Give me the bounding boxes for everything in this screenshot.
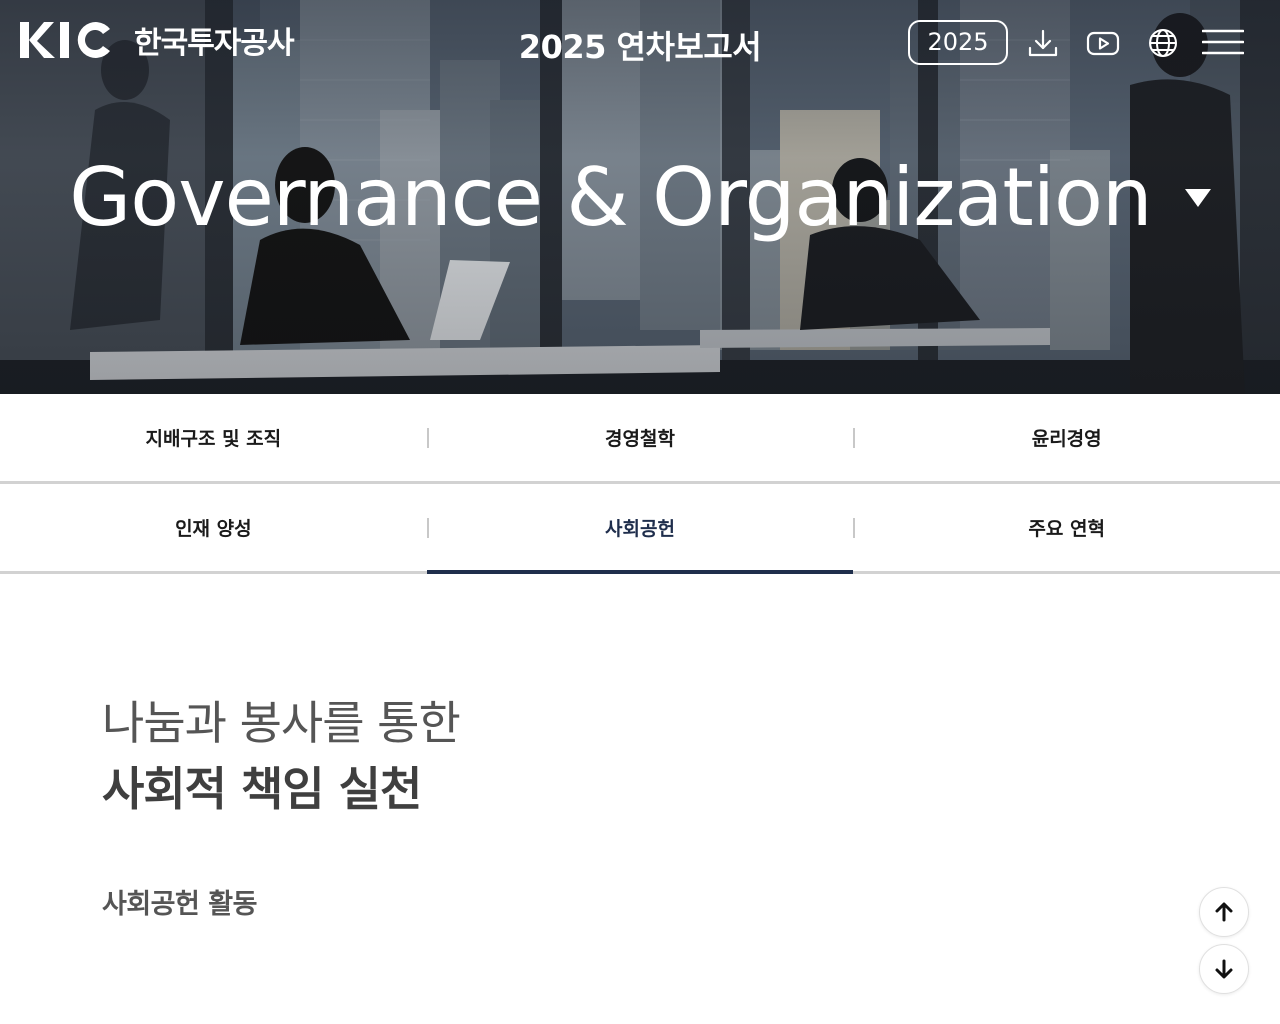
section-tabs: 지배구조 및 조직 경영철학 윤리경영 인재 양성 사회공헌 주요 연혁	[0, 394, 1280, 574]
tab-row-2: 인재 양성 사회공헌 주요 연혁	[0, 484, 1280, 574]
headline-line-1: 나눔과 봉사를 통한	[102, 696, 461, 750]
arrow-down-icon	[1215, 959, 1233, 979]
tab-philosophy[interactable]: 경영철학	[426, 394, 854, 481]
caret-down-icon[interactable]	[1184, 187, 1211, 209]
arrow-up-icon	[1215, 902, 1233, 922]
scroll-up-button[interactable]	[1199, 887, 1249, 937]
headline-line-2: 사회적 책임 실천	[102, 762, 422, 816]
tab-history[interactable]: 주요 연혁	[853, 484, 1280, 571]
tab-ethics[interactable]: 윤리경영	[853, 394, 1280, 481]
globe-icon[interactable]	[1146, 26, 1180, 60]
hero-title-dropdown[interactable]: Governance & Organization	[0, 150, 1280, 246]
hero-title: Governance & Organization	[69, 151, 1152, 244]
tab-talent[interactable]: 인재 양성	[0, 484, 427, 571]
tab-social-contribution[interactable]: 사회공헌	[426, 484, 854, 574]
scroll-down-button[interactable]	[1199, 944, 1249, 994]
menu-icon[interactable]	[1202, 26, 1244, 60]
site-header: 한국투자공사 2025 연차보고서 2025	[0, 0, 1280, 86]
tab-row-1: 지배구조 및 조직 경영철학 윤리경영	[0, 394, 1280, 484]
main-content: 나눔과 봉사를 통한 사회적 책임 실천 사회공헌 활동	[102, 690, 1002, 921]
download-icon[interactable]	[1026, 26, 1060, 60]
tab-governance[interactable]: 지배구조 및 조직	[0, 394, 427, 481]
year-select-button[interactable]: 2025	[908, 20, 1008, 65]
youtube-icon[interactable]	[1086, 26, 1120, 60]
section-label: 사회공헌 활동	[102, 889, 257, 920]
